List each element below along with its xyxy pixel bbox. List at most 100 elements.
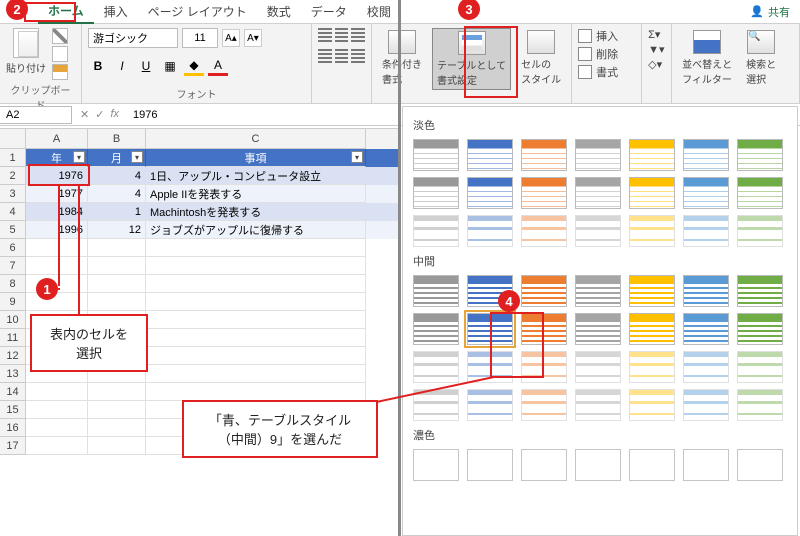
tab-data[interactable]: データ	[301, 0, 357, 23]
row-header[interactable]: 4	[0, 203, 26, 221]
table-style-swatch[interactable]	[737, 351, 783, 383]
tab-insert[interactable]: 挿入	[94, 0, 138, 23]
table-style-swatch[interactable]	[683, 275, 729, 307]
table-style-swatch[interactable]	[575, 351, 621, 383]
table-style-swatch[interactable]	[521, 139, 567, 171]
clear-button[interactable]: ◇▾	[648, 58, 665, 71]
cell[interactable]	[146, 329, 366, 347]
table-style-swatch[interactable]	[575, 449, 621, 481]
align-top-icon[interactable]	[318, 28, 332, 42]
underline-button[interactable]: U	[136, 56, 156, 76]
table-style-swatch[interactable]	[521, 389, 567, 421]
fill-button[interactable]: ▼▾	[648, 43, 665, 56]
table-style-swatch[interactable]	[575, 275, 621, 307]
cell[interactable]: 4	[88, 185, 146, 203]
table-style-swatch[interactable]	[737, 177, 783, 209]
font-color-button[interactable]: A	[208, 56, 228, 76]
table-style-swatch[interactable]	[413, 351, 459, 383]
table-style-swatch[interactable]	[629, 313, 675, 345]
filter-dropdown-icon[interactable]: ▾	[131, 151, 143, 163]
tab-layout[interactable]: ページ レイアウト	[138, 0, 257, 23]
row-header[interactable]: 7	[0, 257, 26, 275]
table-style-swatch[interactable]	[629, 177, 675, 209]
row-header[interactable]: 15	[0, 401, 26, 419]
row-header[interactable]: 3	[0, 185, 26, 203]
delete-cells-button[interactable]: 削除	[578, 46, 635, 62]
cell[interactable]	[146, 365, 366, 383]
table-style-swatch[interactable]	[521, 275, 567, 307]
table-style-swatch[interactable]	[521, 449, 567, 481]
cell[interactable]	[88, 239, 146, 257]
insert-cells-button[interactable]: 挿入	[578, 28, 635, 44]
table-header-month[interactable]: 月▾	[88, 149, 146, 167]
cell[interactable]	[88, 275, 146, 293]
font-size[interactable]: 11	[182, 28, 218, 48]
table-style-swatch[interactable]	[629, 215, 675, 247]
align-mid-icon[interactable]	[335, 28, 349, 42]
cell[interactable]: ジョブズがアップルに復帰する	[146, 221, 366, 239]
row-header[interactable]: 5	[0, 221, 26, 239]
align-center-icon[interactable]	[335, 49, 349, 63]
cell[interactable]	[146, 383, 366, 401]
font-family[interactable]: 游ゴシック	[88, 28, 178, 48]
cell[interactable]	[146, 347, 366, 365]
table-style-swatch[interactable]	[521, 215, 567, 247]
table-style-swatch[interactable]	[629, 389, 675, 421]
row-header[interactable]: 8	[0, 275, 26, 293]
decrease-font-icon[interactable]: A▾	[244, 29, 262, 47]
cell[interactable]: Apple IIを発表する	[146, 185, 366, 203]
table-style-swatch[interactable]	[629, 139, 675, 171]
row-header[interactable]: 17	[0, 437, 26, 455]
row-header[interactable]: 12	[0, 347, 26, 365]
table-style-swatch[interactable]	[683, 215, 729, 247]
select-all[interactable]	[0, 129, 26, 149]
cell[interactable]: 1	[88, 203, 146, 221]
table-style-swatch[interactable]	[737, 313, 783, 345]
row-header[interactable]: 6	[0, 239, 26, 257]
table-style-swatch[interactable]	[413, 139, 459, 171]
bold-button[interactable]: B	[88, 56, 108, 76]
table-style-swatch[interactable]	[683, 139, 729, 171]
border-button[interactable]: ▦	[160, 56, 180, 76]
filter-dropdown-icon[interactable]: ▾	[73, 151, 85, 163]
cell[interactable]	[88, 383, 146, 401]
cancel-formula-icon[interactable]: ✕	[80, 108, 89, 121]
row-header[interactable]: 10	[0, 311, 26, 329]
accept-formula-icon[interactable]: ✓	[95, 108, 104, 121]
row-header[interactable]: 14	[0, 383, 26, 401]
table-style-swatch[interactable]	[683, 389, 729, 421]
cell[interactable]: Machintoshを発表する	[146, 203, 366, 221]
table-style-swatch[interactable]	[629, 275, 675, 307]
cell[interactable]	[26, 437, 88, 455]
table-style-swatch[interactable]	[575, 139, 621, 171]
row-header[interactable]: 1	[0, 149, 26, 167]
copy-icon[interactable]	[52, 46, 68, 62]
table-style-swatch[interactable]	[467, 139, 513, 171]
cell[interactable]: 1976	[26, 167, 88, 185]
fx-icon[interactable]: fx	[110, 108, 119, 121]
cell[interactable]	[146, 257, 366, 275]
table-style-swatch[interactable]	[683, 351, 729, 383]
table-style-swatch[interactable]	[737, 275, 783, 307]
table-style-swatch[interactable]	[467, 313, 513, 345]
cell[interactable]	[146, 293, 366, 311]
format-cells-button[interactable]: 書式	[578, 64, 635, 80]
table-style-swatch[interactable]	[629, 449, 675, 481]
tab-formulas[interactable]: 数式	[257, 0, 301, 23]
col-header-b[interactable]: B	[88, 129, 146, 149]
cell[interactable]: 1日、アップル・コンピュータ設立	[146, 167, 366, 185]
format-as-table-button[interactable]: テーブルとして 書式設定	[432, 28, 511, 90]
table-style-swatch[interactable]	[737, 139, 783, 171]
col-header-a[interactable]: A	[26, 129, 88, 149]
name-box[interactable]: A2	[0, 106, 72, 124]
table-style-swatch[interactable]	[575, 313, 621, 345]
cell[interactable]	[26, 383, 88, 401]
table-style-swatch[interactable]	[413, 449, 459, 481]
filter-dropdown-icon[interactable]: ▾	[351, 151, 363, 163]
table-style-swatch[interactable]	[521, 177, 567, 209]
table-style-swatch[interactable]	[413, 177, 459, 209]
table-header-item[interactable]: 事項▾	[146, 149, 366, 167]
table-header-year[interactable]: 年▾	[26, 149, 88, 167]
tab-review[interactable]: 校閲	[357, 0, 401, 23]
cell[interactable]	[26, 401, 88, 419]
